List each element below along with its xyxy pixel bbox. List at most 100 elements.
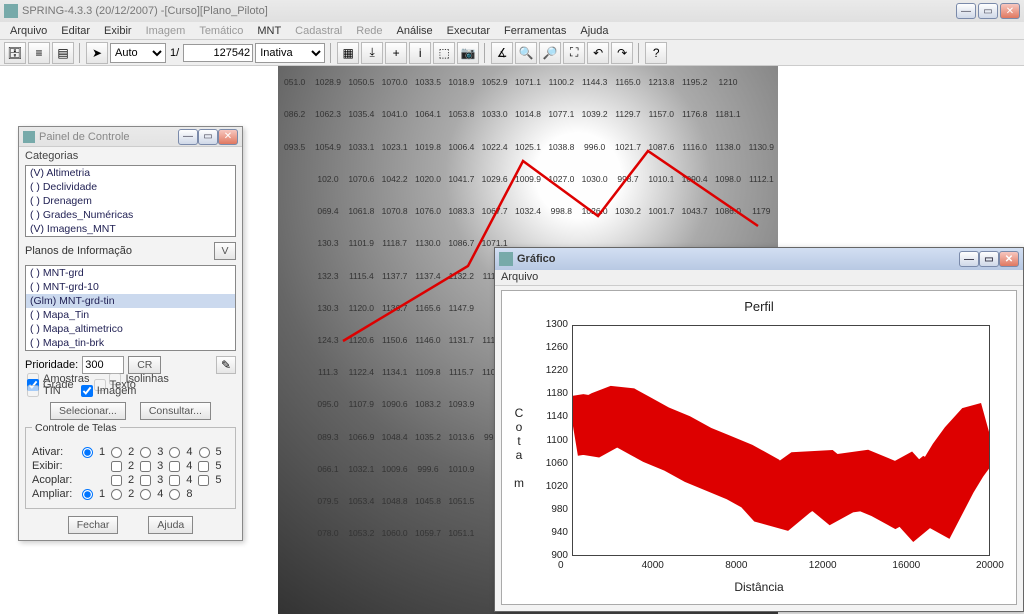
menu-editar[interactable]: Editar (55, 23, 96, 39)
list-item[interactable]: ( ) Mapa_Tin (26, 308, 235, 322)
ampliar-8[interactable] (169, 489, 180, 500)
panel-icon[interactable]: ▤ (52, 42, 74, 64)
info-icon[interactable]: i (409, 42, 431, 64)
list-item[interactable]: ( ) MNT-grd-10 (26, 280, 235, 294)
chart-maximize[interactable]: ▭ (979, 251, 999, 267)
menu-exibir[interactable]: Exibir (98, 23, 138, 39)
panel-minimize[interactable]: — (178, 129, 198, 145)
exibir-5[interactable] (198, 461, 209, 472)
redo-icon[interactable]: ↷ (611, 42, 633, 64)
fechar-button[interactable]: Fechar (68, 516, 119, 534)
chart-close[interactable]: ✕ (999, 251, 1019, 267)
ajuda-button[interactable]: Ajuda (148, 516, 193, 534)
list-item[interactable]: ( ) MNT-grd (26, 266, 235, 280)
db-icon[interactable]: 🗄 (4, 42, 26, 64)
exibir-3[interactable] (140, 461, 151, 472)
menu-cadastral[interactable]: Cadastral (289, 23, 348, 39)
menu-rede[interactable]: Rede (350, 23, 388, 39)
grid-value: 1109.8 (411, 356, 444, 388)
measure-icon[interactable]: ∡ (491, 42, 513, 64)
list-item[interactable]: (V) Imagens_MNT (26, 222, 235, 236)
ativar-5[interactable] (199, 447, 210, 458)
camera-icon[interactable]: 📷 (457, 42, 479, 64)
list-item[interactable]: (V) Altimetria (26, 166, 235, 180)
list-item[interactable]: (Glm) MNT-grd-tin (26, 294, 235, 308)
ativar-4[interactable] (169, 447, 180, 458)
acoplar-4[interactable] (169, 475, 180, 486)
grid-value: 1107.9 (345, 388, 378, 420)
maximize-button[interactable]: ▭ (978, 3, 998, 19)
undo-icon[interactable]: ↶ (587, 42, 609, 64)
grid-value: 1090.4 (678, 163, 711, 195)
pointer-icon[interactable]: ➤ (86, 42, 108, 64)
exibir-2[interactable] (111, 461, 122, 472)
cb-imagem[interactable]: Imagem (81, 385, 137, 397)
chart-minimize[interactable]: — (959, 251, 979, 267)
menu-mnt[interactable]: MNT (251, 23, 287, 39)
zoom-out-icon[interactable]: 🔎 (539, 42, 561, 64)
list-item[interactable]: ( ) Grades_Numéricas (26, 208, 235, 222)
help-icon[interactable]: ? (645, 42, 667, 64)
prioridade-input[interactable] (82, 356, 124, 374)
scale-input[interactable] (183, 44, 253, 62)
categories-list[interactable]: (V) Altimetria( ) Declividade( ) Drenage… (25, 165, 236, 237)
cb-tin[interactable]: TIN (27, 385, 61, 397)
ampliar-1[interactable] (82, 489, 93, 500)
planos-list[interactable]: ( ) MNT-grd( ) MNT-grd-10(Glm) MNT-grd-t… (25, 265, 236, 351)
grid-value: 1050.5 (345, 66, 378, 98)
pi-toggle-button[interactable]: V (214, 242, 236, 260)
plus-icon[interactable]: + (385, 42, 407, 64)
ativar-1[interactable] (82, 447, 93, 458)
menu-análise[interactable]: Análise (391, 23, 439, 39)
minimize-button[interactable]: — (956, 3, 976, 19)
close-button[interactable]: ✕ (1000, 3, 1020, 19)
list-item[interactable]: ( ) Declividade (26, 180, 235, 194)
acoplar-5[interactable] (198, 475, 209, 486)
menu-ferramentas[interactable]: Ferramentas (498, 23, 572, 39)
chart-menu-arquivo[interactable]: Arquivo (501, 271, 538, 283)
xtick: 12000 (809, 560, 837, 571)
layers-icon[interactable]: ≡ (28, 42, 50, 64)
grid-value: 093.5 (278, 130, 311, 162)
consultar-button[interactable]: Consultar... (140, 402, 211, 420)
cr-button[interactable]: CR (128, 356, 161, 374)
grid-value (311, 582, 344, 614)
ativar-3[interactable] (140, 447, 151, 458)
ativar-2[interactable] (111, 447, 122, 458)
grid-value: 1019.8 (411, 130, 444, 162)
menu-executar[interactable]: Executar (441, 23, 496, 39)
zoom-in-icon[interactable]: 🔍 (515, 42, 537, 64)
menu-arquivo[interactable]: Arquivo (4, 23, 53, 39)
selecionar-button[interactable]: Selecionar... (50, 402, 126, 420)
exibir-4[interactable] (169, 461, 180, 472)
edit-icon[interactable]: ✎ (216, 356, 236, 374)
ampliar-2[interactable] (111, 489, 122, 500)
panel-close[interactable]: ✕ (218, 129, 238, 145)
grid-value (278, 582, 311, 614)
grid-value: 1137.4 (411, 259, 444, 291)
menu-temático[interactable]: Temático (193, 23, 249, 39)
grid-value (411, 550, 444, 582)
status-select[interactable]: Inativa (255, 43, 325, 63)
zoom-area-icon[interactable]: ⬚ (433, 42, 455, 64)
grid-value (745, 98, 778, 130)
chart-title: Gráfico (517, 253, 556, 265)
menu-ajuda[interactable]: Ajuda (574, 23, 614, 39)
grid-value: 1030.2 (611, 195, 644, 227)
grid-value: 1048.8 (378, 485, 411, 517)
grid-value (378, 550, 411, 582)
grid-value: 1053.4 (345, 485, 378, 517)
panel-maximize[interactable]: ▭ (198, 129, 218, 145)
menu-imagem[interactable]: Imagem (140, 23, 192, 39)
anchor-down-icon[interactable]: ⤓ (361, 42, 383, 64)
list-item[interactable]: ( ) Mapa_altimetrico (26, 322, 235, 336)
ampliar-4[interactable] (140, 489, 151, 500)
mode-select[interactable]: Auto (110, 43, 166, 63)
list-item[interactable]: ( ) Mapa_tin-brk (26, 336, 235, 350)
list-item[interactable]: ( ) Drenagem (26, 194, 235, 208)
grid-icon[interactable]: ▦ (337, 42, 359, 64)
ytick: 980 (551, 504, 568, 515)
acoplar-2[interactable] (111, 475, 122, 486)
acoplar-3[interactable] (140, 475, 151, 486)
zoom-full-icon[interactable]: ⛶ (563, 42, 585, 64)
